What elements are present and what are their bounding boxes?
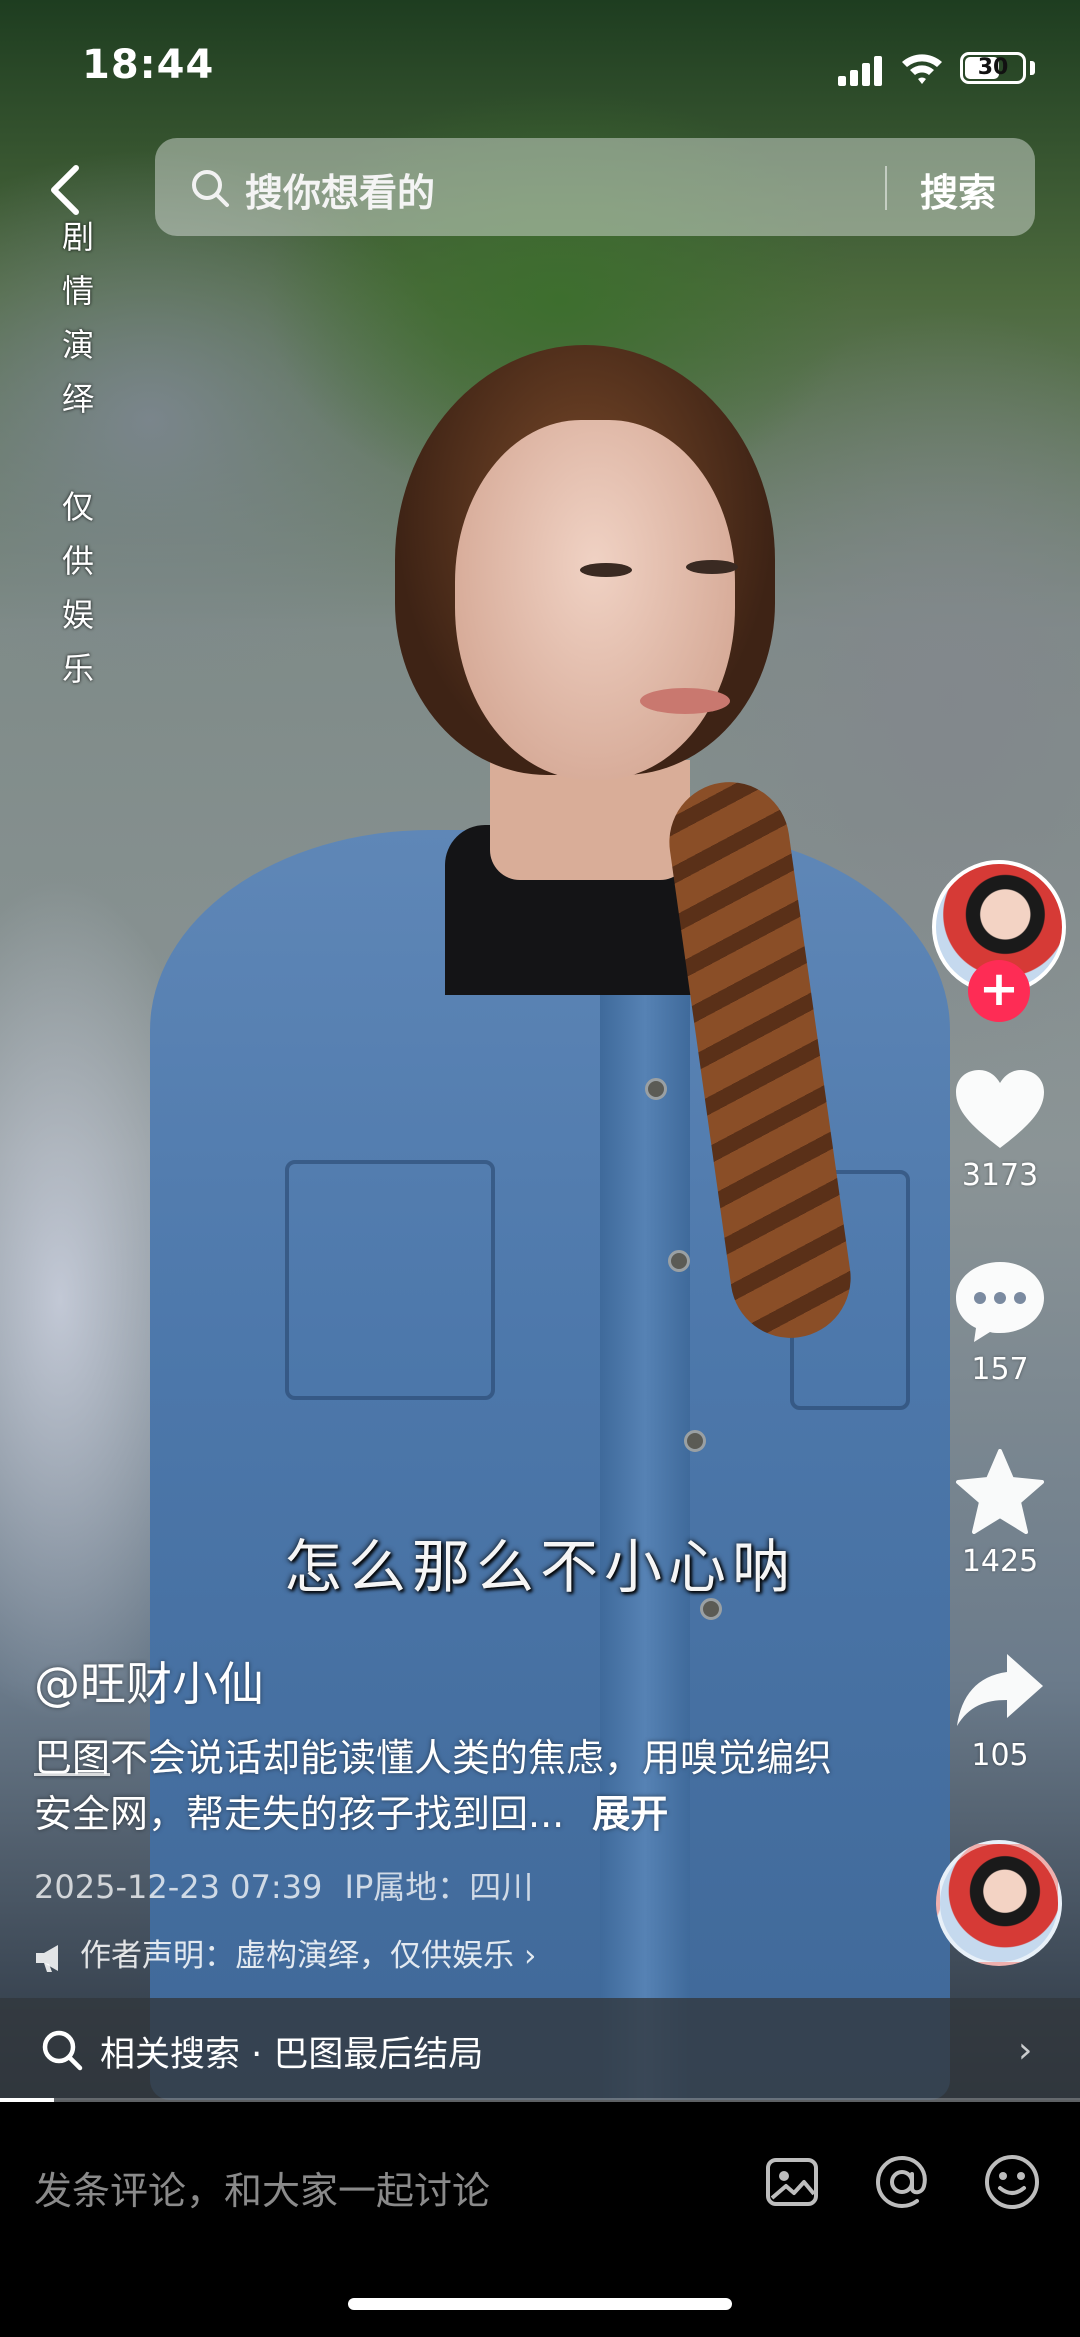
watermark-char: 娱 bbox=[61, 596, 94, 634]
chevron-right-icon: › bbox=[1018, 2030, 1033, 2071]
like-count: 3173 bbox=[961, 1158, 1039, 1193]
watermark-char: 乐 bbox=[61, 650, 94, 688]
battery-tip bbox=[1030, 61, 1035, 75]
battery-level: 30 bbox=[977, 55, 1009, 80]
search-divider bbox=[885, 166, 887, 210]
status-bar: 18:44 30 bbox=[0, 0, 1080, 130]
watermark-char: 情 bbox=[61, 272, 94, 310]
search-bar[interactable]: 搜你想看的 搜索 bbox=[155, 138, 1035, 236]
emoji-icon[interactable] bbox=[982, 2152, 1042, 2212]
author-declaration[interactable]: 作者声明：虚构演绎，仅供娱乐 › bbox=[34, 1930, 536, 1975]
comment-count: 157 bbox=[971, 1352, 1029, 1387]
search-button[interactable]: 搜索 bbox=[920, 162, 996, 217]
watermark-char: 仅 bbox=[61, 488, 94, 526]
heart-icon bbox=[956, 1070, 1044, 1148]
related-search-text: 相关搜索 · 巴图最后结局 bbox=[100, 2035, 484, 2075]
vertical-watermark: 剧 情 演 绎 仅 供 娱 乐 bbox=[56, 210, 100, 696]
watermark-char: 供 bbox=[61, 542, 94, 580]
chevron-right-icon: › bbox=[524, 1938, 537, 1974]
description-text: 不会说话却能读懂人类的焦虑，用嗅觉编织安全网，帮走失的孩子找到回... bbox=[34, 1736, 833, 1836]
video-subtitle: 怎么那么不小心呐 bbox=[283, 1533, 796, 1601]
cellular-signal-icon bbox=[838, 56, 884, 86]
at-icon[interactable] bbox=[872, 2152, 932, 2212]
related-search-bar[interactable]: 相关搜索 · 巴图最后结局 › bbox=[0, 1998, 1080, 2102]
description-tag[interactable]: 巴图 bbox=[34, 1736, 110, 1780]
watermark-char: 绎 bbox=[61, 380, 94, 418]
share-button[interactable]: 105 bbox=[940, 1650, 1060, 1773]
comment-input[interactable]: 发条评论，和大家一起讨论 bbox=[34, 2160, 490, 2215]
share-icon bbox=[957, 1654, 1043, 1726]
share-count: 105 bbox=[971, 1738, 1029, 1773]
expand-button[interactable]: 展开 bbox=[592, 1792, 668, 1836]
battery-icon: 30 bbox=[960, 52, 1026, 84]
wifi-icon bbox=[902, 54, 942, 84]
watermark-char: 演 bbox=[61, 326, 94, 364]
image-icon[interactable] bbox=[762, 2152, 822, 2212]
status-time: 18:44 bbox=[82, 42, 215, 88]
comment-icon bbox=[956, 1262, 1044, 1342]
watermark-gap bbox=[56, 426, 100, 480]
post-ip: IP属地：四川 bbox=[344, 1868, 534, 1906]
search-input[interactable]: 搜你想看的 bbox=[245, 162, 435, 217]
declaration-text: 作者声明：虚构演绎，仅供娱乐 bbox=[80, 1938, 514, 1974]
comment-button[interactable]: 157 bbox=[940, 1260, 1060, 1387]
like-button[interactable]: 3173 bbox=[940, 1068, 1060, 1193]
search-icon bbox=[42, 2030, 83, 2071]
post-date: 2025-12-23 07:39 bbox=[34, 1868, 323, 1906]
follow-button[interactable]: + bbox=[968, 960, 1030, 1022]
post-description[interactable]: 巴图不会说话却能读懂人类的焦虑，用嗅觉编织安全网，帮走失的孩子找到回... 展开 bbox=[34, 1730, 854, 1842]
post-meta: 2025-12-23 07:39 IP属地：四川 bbox=[34, 1862, 533, 1908]
back-icon[interactable] bbox=[42, 160, 92, 220]
music-disc[interactable] bbox=[936, 1840, 1062, 1966]
search-icon bbox=[192, 170, 229, 207]
home-indicator[interactable] bbox=[348, 2298, 732, 2310]
megaphone-icon bbox=[36, 1944, 58, 1972]
author-name[interactable]: @旺财小仙 bbox=[34, 1648, 264, 1714]
